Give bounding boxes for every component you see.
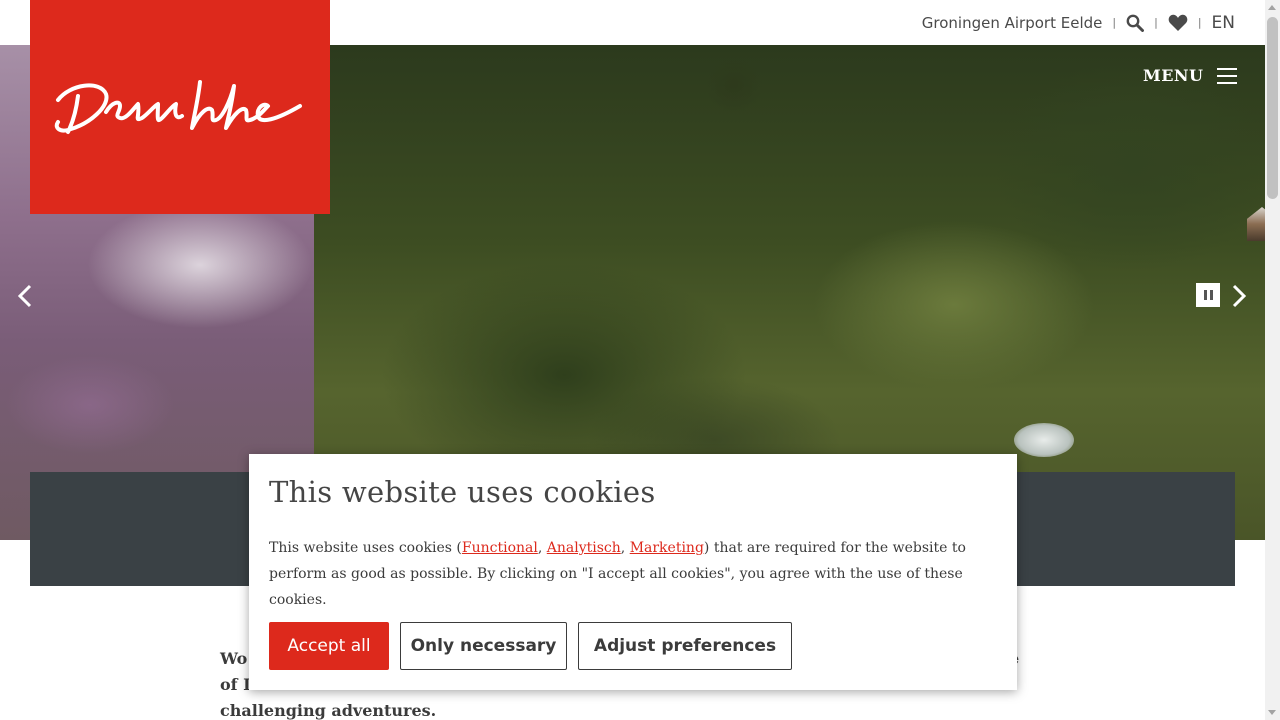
utility-nav: Groningen Airport Eelde | | | EN [922, 0, 1235, 45]
scrollbar[interactable] [1265, 0, 1280, 720]
accept-all-button[interactable]: Accept all [269, 622, 389, 670]
cookie-dialog: This website uses cookies This website u… [249, 454, 1017, 690]
marketing-link[interactable]: Marketing [630, 540, 704, 556]
cookie-buttons: Accept all Only necessary Adjust prefere… [269, 622, 792, 670]
analytics-link[interactable]: Analytisch [547, 540, 621, 556]
only-necessary-button[interactable]: Only necessary [400, 622, 567, 670]
functional-link[interactable]: Functional [462, 540, 538, 556]
hamburger-icon [1217, 67, 1238, 84]
cookie-text: This website uses cookies (Functional, A… [269, 535, 989, 613]
cabin-shape [1247, 207, 1265, 241]
scroll-up-icon[interactable] [1268, 5, 1276, 10]
intro-line-3: challenging adventures. [220, 701, 437, 720]
separator: | [1197, 16, 1202, 29]
chevron-right-icon[interactable] [1230, 284, 1248, 313]
airport-link[interactable]: Groningen Airport Eelde [922, 14, 1103, 32]
cookie-text-start: This website uses cookies ( [269, 540, 462, 556]
menu-label: MENU [1143, 66, 1204, 85]
menu-button[interactable]: MENU [1143, 66, 1238, 85]
page: Groningen Airport Eelde | | | EN MENU Wo… [0, 0, 1280, 720]
drenthe-logo[interactable] [30, 0, 330, 214]
search-icon[interactable] [1126, 14, 1145, 32]
scroll-down-icon[interactable] [1268, 710, 1276, 715]
adjust-preferences-button[interactable]: Adjust preferences [578, 622, 792, 670]
pause-icon[interactable] [1196, 283, 1220, 307]
scroll-thumb[interactable] [1267, 17, 1278, 199]
separator: | [1112, 16, 1117, 29]
comma: , [537, 540, 547, 556]
cookie-title: This website uses cookies [269, 475, 656, 509]
pond-shape [1014, 423, 1074, 457]
language-switch[interactable]: EN [1212, 13, 1235, 33]
heart-icon[interactable] [1168, 14, 1188, 32]
drenthe-logo-script [54, 80, 302, 134]
separator: | [1154, 16, 1158, 29]
comma: , [620, 540, 630, 556]
chevron-left-icon[interactable] [16, 284, 34, 313]
